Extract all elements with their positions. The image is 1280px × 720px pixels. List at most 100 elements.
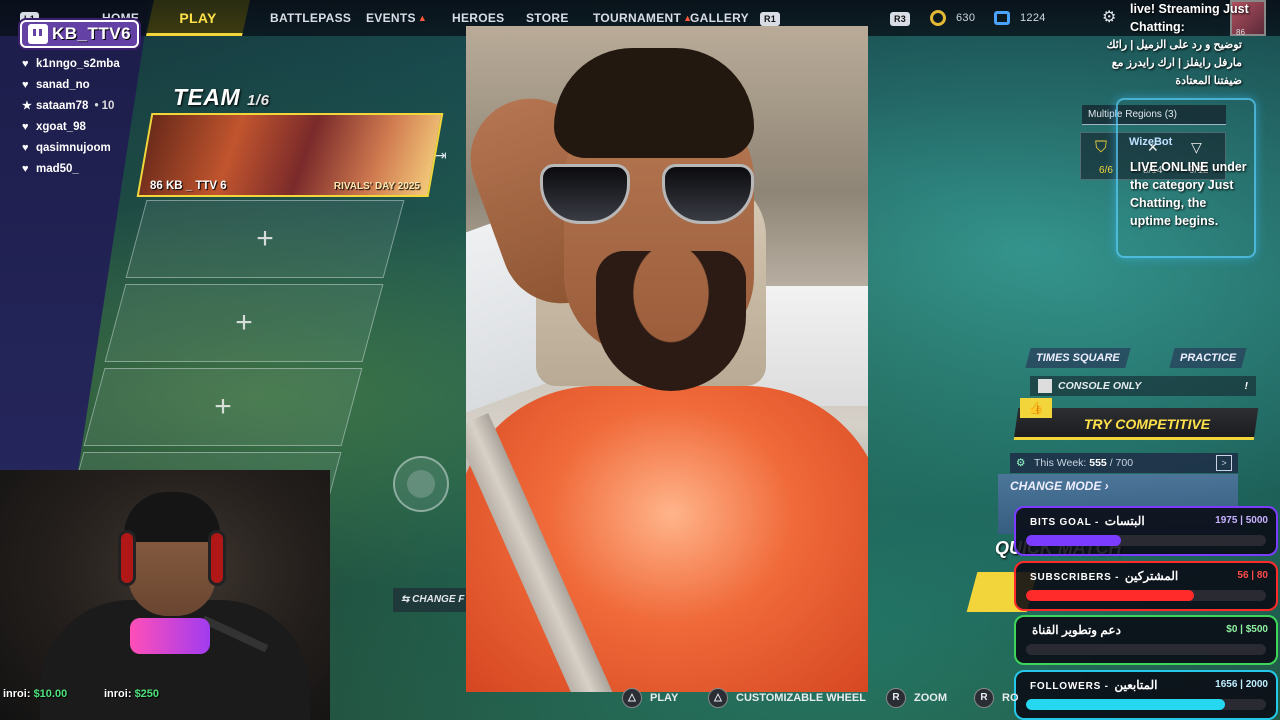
lattice-icon [994, 11, 1010, 26]
team-count: 1/6 [247, 92, 270, 109]
gold-currency: 630 [930, 0, 975, 36]
goal-label: دعم وتطوير القناة [1030, 623, 1121, 637]
twitch-logo-icon [28, 24, 48, 44]
chatter-name: qasimnujoom [36, 142, 111, 154]
party-count: 6/6 [1099, 165, 1113, 176]
goal-label: SUBSCRIBERS - المشتركين [1030, 569, 1178, 583]
goal-widget: SUBSCRIBERS - المشتركين 56 | 80 [1014, 561, 1278, 611]
goal-label-ar: البتسات [1104, 514, 1145, 528]
blue-currency: 1224 [994, 0, 1046, 36]
add-icon: + [235, 306, 253, 339]
chatter-name: k1nngo_s2mba [36, 58, 120, 70]
mode-practice[interactable]: PRACTICE [1169, 348, 1247, 368]
chatter-extra: • 10 [94, 100, 115, 112]
goal-progress-fill [1026, 535, 1121, 546]
goal-progress-fill [1026, 699, 1225, 710]
goal-label-ar: المشتركين [1124, 569, 1179, 583]
headset-icon [118, 530, 136, 586]
settings-gear-icon[interactable]: ⚙ [1102, 0, 1117, 36]
goal-label: FOLLOWERS - المتابعين [1030, 678, 1157, 692]
donation-alert: inroi: $250 [104, 688, 160, 700]
twitch-channel-badge: KB_TTV6 [20, 20, 140, 48]
leave-team-icon[interactable]: ⇥ [435, 147, 447, 164]
hot-flame-icon: ▲ [417, 13, 428, 23]
headset-icon [208, 530, 226, 586]
map-times-square[interactable]: TIMES SQUARE [1025, 348, 1131, 368]
gear-icon: ⚙ [1016, 457, 1026, 469]
goal-label-ar: المتابعين [1114, 678, 1158, 692]
weekly-progress: ⚙ This Week: 555 / 700 > [1010, 453, 1238, 473]
person-hair [554, 48, 754, 158]
goal-value: 1656 | 2000 [1215, 679, 1268, 690]
chatter-item: ★ sataam78 • 10 [22, 96, 120, 117]
chatter-name: sataam78 [36, 100, 89, 112]
chatter-item: ♥ qasimnujoom [22, 138, 120, 159]
triangle-button-icon: △ [622, 688, 642, 709]
goal-label-en: SUBSCRIBERS - [1030, 572, 1120, 583]
goal-widget: FOLLOWERS - المتابعين 1656 | 2000 [1014, 670, 1278, 720]
goal-progress-track [1026, 644, 1266, 655]
empty-team-slot[interactable]: + [125, 200, 405, 278]
nav-play-tab[interactable]: PLAY [146, 0, 250, 36]
chatter-name: sanad_no [36, 79, 90, 91]
change-hero-button[interactable]: ⇆ CHANGE F [393, 588, 473, 612]
goal-label-en: FOLLOWERS - [1030, 681, 1109, 692]
streamer-webcam [0, 470, 330, 720]
checkbox[interactable] [1038, 379, 1052, 393]
recent-chatters-list: ♥ k1nngo_s2mba ♥ sanad_no ★ sataam78 • 10 ♥ xgoa… [22, 54, 120, 180]
nav-events[interactable]: EVENTS ▲ [366, 0, 427, 36]
microphone-icon [130, 618, 210, 654]
add-icon: + [214, 390, 232, 423]
donation-alert: inroi: $10.00 [3, 688, 68, 700]
virtual-joystick[interactable] [393, 456, 449, 512]
goal-progress-fill [1026, 590, 1194, 601]
team-card-event-label: RIVALS' DAY 2025 [333, 181, 420, 192]
heart-icon: ♥ [22, 58, 29, 70]
heart-icon: ♥ [22, 121, 29, 133]
goal-value: $0 | $500 [1226, 624, 1268, 635]
gold-coin-icon [930, 10, 946, 27]
heart-icon: ♥ [22, 79, 29, 91]
goal-value: 1975 | 5000 [1215, 515, 1268, 526]
chatter-name: mad50_ [36, 163, 79, 175]
twitch-channel-name: KB_TTV6 [52, 24, 132, 43]
play-hint: △ PLAY [622, 688, 678, 709]
heart-icon: ♥ [22, 142, 29, 154]
chatter-item: ♥ k1nngo_s2mba [22, 54, 120, 75]
chatter-name: xgoat_98 [36, 121, 86, 133]
chatter-item: ♥ mad50_ [22, 159, 120, 180]
empty-team-slot[interactable]: + [83, 368, 363, 446]
chevron-right-icon[interactable]: > [1216, 455, 1232, 471]
rotate-hint: R RO [974, 688, 1019, 709]
goal-label-ar: دعم وتطوير القناة [1032, 623, 1121, 637]
heart-icon: ♥ [22, 163, 29, 175]
goal-progress-track [1026, 590, 1266, 601]
chatter-item: ♥ xgoat_98 [22, 117, 120, 138]
console-only-toggle[interactable]: CONSOLE ONLY! [1030, 376, 1256, 396]
goal-progress-track [1026, 535, 1266, 546]
team-title: TEAM 1/6 [173, 84, 270, 110]
r-button-icon: R [974, 688, 994, 709]
thumbs-up-icon: 👍 [1020, 398, 1052, 418]
stream-status-description: LIVE ONLINE under the category Just Chat… [1130, 160, 1247, 228]
team-member-name: 86 KB _ TTV 6 [150, 180, 227, 192]
info-icon: ! [1244, 380, 1249, 392]
nav-r3-hint: R3 [890, 0, 911, 36]
chatter-item: ♥ sanad_no [22, 75, 120, 96]
triangle-button-icon: △ [708, 688, 728, 709]
nav-battlepass[interactable]: BATTLEPASS [270, 0, 351, 36]
r-button-icon: R [886, 688, 906, 709]
stream-status-arabic: توضيح و رد على الزميل | رائك مارفل رايفل… [1106, 39, 1242, 87]
goal-widget: دعم وتطوير القناة $0 | $500 [1014, 615, 1278, 665]
stream-status-title: live! Streaming Just Chatting: [1130, 2, 1249, 34]
webcam-beanie [124, 492, 220, 542]
empty-team-slot[interactable]: + [104, 284, 384, 362]
goal-widget: BITS GOAL - البتسات 1975 | 5000 [1014, 506, 1278, 556]
team-icon: ⛉ [1095, 139, 1108, 156]
team-member-card[interactable]: 86 KB _ TTV 6 RIVALS' DAY 2025 [136, 113, 444, 197]
goal-value: 56 | 80 [1237, 570, 1268, 581]
goal-progress-track [1026, 699, 1266, 710]
wheel-hint: △ CUSTOMIZABLE WHEEL [708, 688, 866, 709]
zoom-hint: R ZOOM [886, 688, 947, 709]
featured-video-clip [466, 26, 868, 692]
